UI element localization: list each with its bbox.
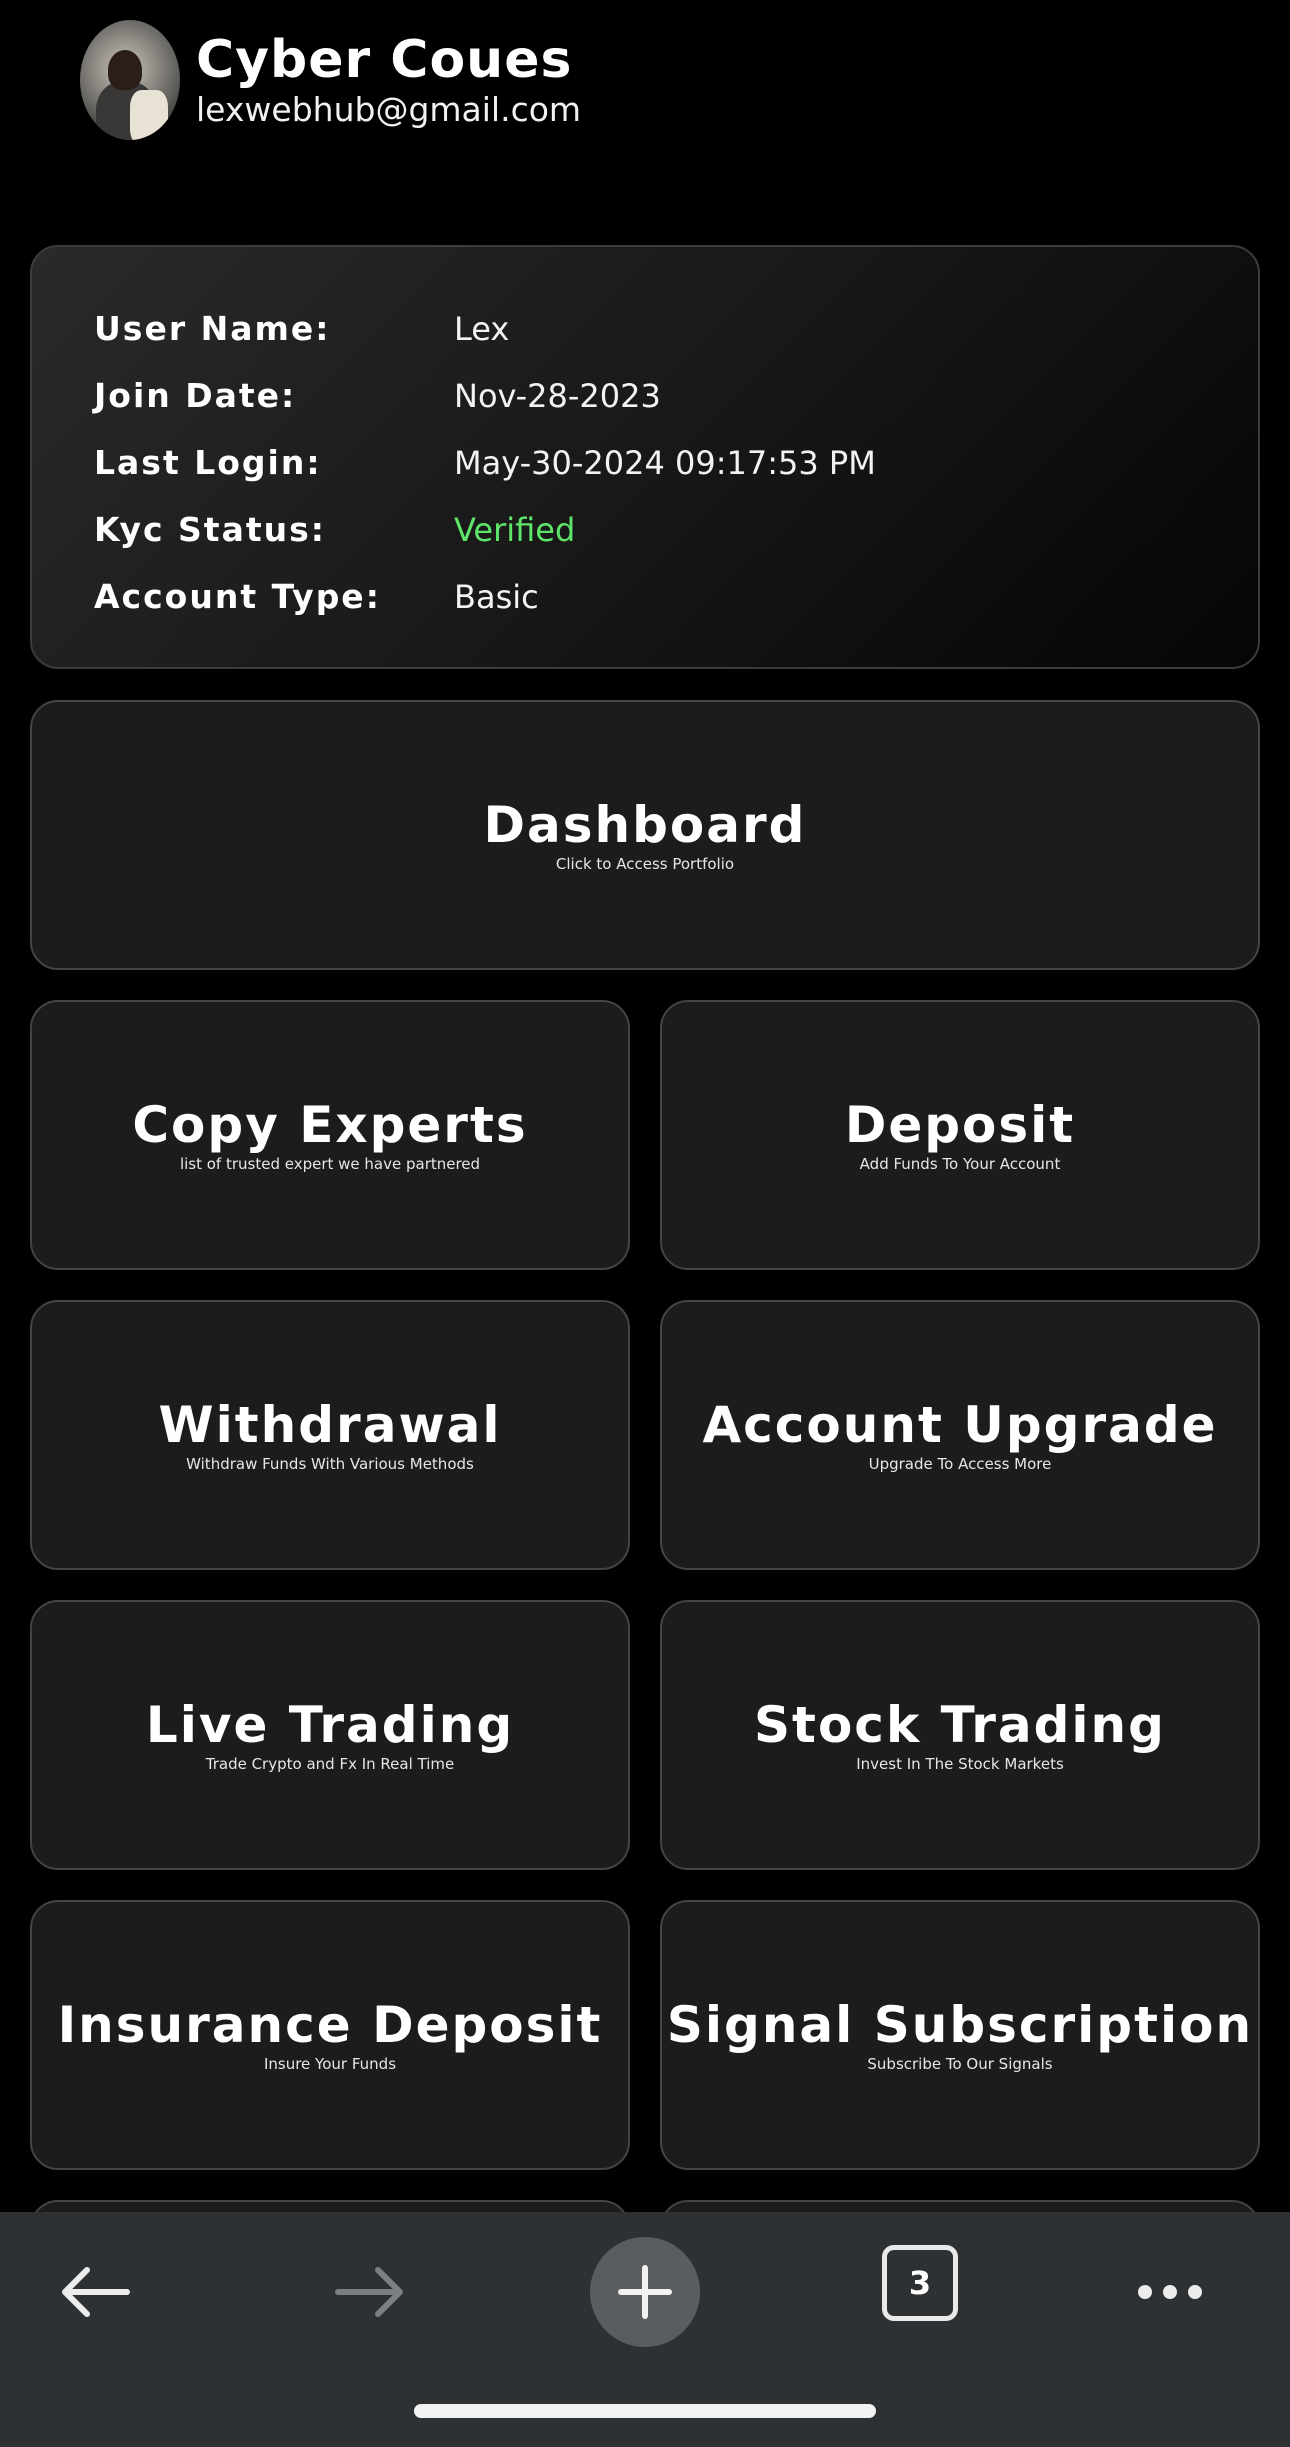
live-trading-tile[interactable]: Live Trading Trade Crypto and Fx In Real…	[30, 1600, 630, 1870]
more-button[interactable]	[1130, 2252, 1210, 2332]
copy-experts-subtitle: list of trusted expert we have partnered	[179, 1155, 481, 1173]
new-tab-button[interactable]	[590, 2237, 700, 2347]
withdrawal-title: Withdrawal	[158, 1396, 502, 1454]
info-row-kyc-status: Kyc Status: Verified	[94, 496, 1258, 563]
signal-subscription-title: Signal Subscription	[666, 1996, 1254, 2054]
insurance-deposit-tile[interactable]: Insurance Deposit Insure Your Funds	[30, 1900, 630, 2170]
join-date-value: Nov-28-2023	[454, 376, 661, 415]
live-trading-title: Live Trading	[145, 1696, 515, 1754]
stock-trading-subtitle: Invest In The Stock Markets	[856, 1755, 1064, 1773]
copy-experts-title: Copy Experts	[132, 1096, 528, 1154]
profile-email: lexwebhub@gmail.com	[196, 90, 582, 129]
profile-header: Cyber Coues lexwebhub@gmail.com	[80, 20, 581, 140]
account-info-card: User Name: Lex Join Date: Nov-28-2023 La…	[30, 245, 1260, 669]
join-date-label: Join Date:	[94, 376, 297, 415]
account-type-label: Account Type:	[94, 577, 381, 616]
dashboard-title: Dashboard	[483, 796, 807, 854]
copy-experts-tile[interactable]: Copy Experts list of trusted expert we h…	[30, 1000, 630, 1270]
kyc-status-value: Verified	[454, 510, 576, 549]
insurance-deposit-title: Insurance Deposit	[57, 1996, 603, 2054]
stock-trading-title: Stock Trading	[754, 1696, 1166, 1754]
signal-subscription-tile[interactable]: Signal Subscription Subscribe To Our Sig…	[660, 1900, 1260, 2170]
live-trading-subtitle: Trade Crypto and Fx In Real Time	[205, 1755, 455, 1773]
account-type-value: Basic	[454, 577, 539, 616]
forward-arrow-icon	[335, 2267, 403, 2317]
withdrawal-tile[interactable]: Withdrawal Withdraw Funds With Various M…	[30, 1300, 630, 1570]
back-arrow-icon	[62, 2267, 130, 2317]
more-dots-icon	[1138, 2285, 1202, 2299]
info-row-last-login: Last Login: May-30-2024 09:17:53 PM	[94, 429, 1258, 496]
signal-subscription-subtitle: Subscribe To Our Signals	[867, 2055, 1053, 2073]
info-row-user-name: User Name: Lex	[94, 295, 1258, 362]
page: Cyber Coues lexwebhub@gmail.com User Nam…	[0, 0, 1290, 2447]
tabs-icon: 3	[908, 2264, 932, 2302]
user-name-value: Lex	[454, 309, 510, 348]
deposit-subtitle: Add Funds To Your Account	[859, 1155, 1061, 1173]
withdrawal-subtitle: Withdraw Funds With Various Methods	[186, 1455, 474, 1473]
deposit-tile[interactable]: Deposit Add Funds To Your Account	[660, 1000, 1260, 1270]
info-row-account-type: Account Type: Basic	[94, 563, 1258, 630]
dashboard-tile[interactable]: Dashboard Click to Access Portfolio	[30, 700, 1260, 970]
account-upgrade-tile[interactable]: Account Upgrade Upgrade To Access More	[660, 1300, 1260, 1570]
kyc-status-label: Kyc Status:	[94, 510, 326, 549]
last-login-value: May-30-2024 09:17:53 PM	[454, 443, 876, 482]
user-name-label: User Name:	[94, 309, 331, 348]
insurance-deposit-subtitle: Insure Your Funds	[263, 2055, 397, 2073]
home-indicator[interactable]	[414, 2404, 876, 2418]
deposit-title: Deposit	[844, 1096, 1076, 1154]
forward-button[interactable]	[325, 2252, 415, 2332]
tabs-button[interactable]: 3	[882, 2245, 958, 2321]
dashboard-subtitle: Click to Access Portfolio	[555, 855, 735, 873]
back-button[interactable]	[50, 2252, 140, 2332]
stock-trading-tile[interactable]: Stock Trading Invest In The Stock Market…	[660, 1600, 1260, 1870]
plus-icon	[618, 2265, 672, 2319]
avatar[interactable]	[80, 20, 180, 140]
last-login-label: Last Login:	[94, 443, 322, 482]
account-upgrade-subtitle: Upgrade To Access More	[868, 1455, 1052, 1473]
account-upgrade-title: Account Upgrade	[702, 1396, 1218, 1454]
profile-name: Cyber Coues	[196, 30, 573, 90]
info-row-join-date: Join Date: Nov-28-2023	[94, 362, 1258, 429]
profile-text: Cyber Coues lexwebhub@gmail.com	[196, 30, 581, 130]
